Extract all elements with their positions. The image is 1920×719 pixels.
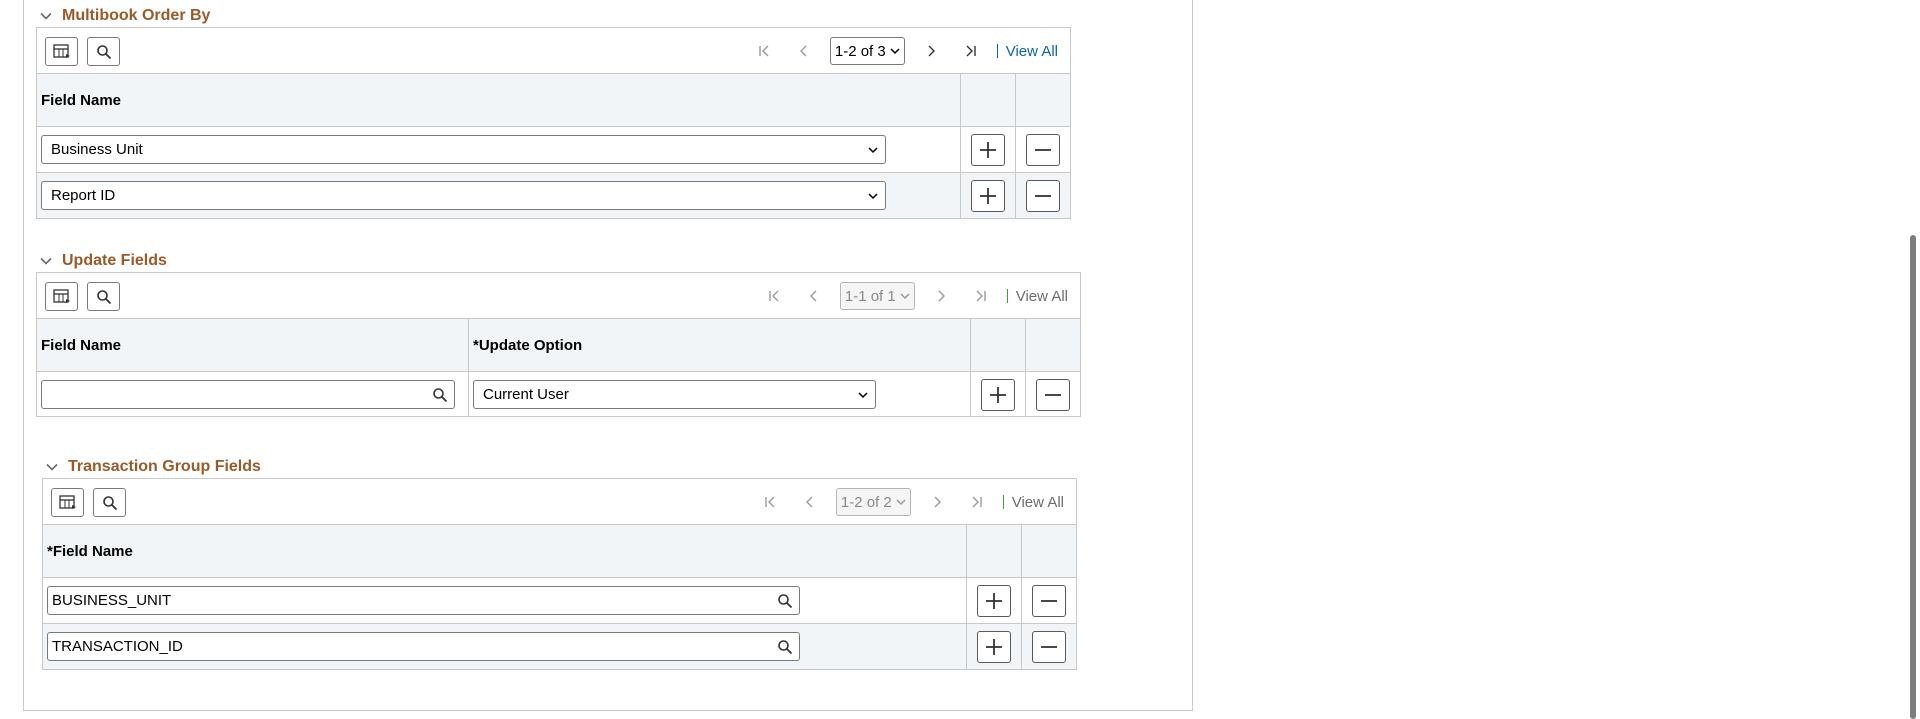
add-row-button[interactable] bbox=[977, 585, 1011, 617]
multibook-grid: 1-2 of 3 View All Field Name Business Un… bbox=[36, 27, 1071, 219]
minus-icon bbox=[1045, 394, 1061, 396]
table-row: TRANSACTION_ID bbox=[43, 624, 1076, 669]
search-icon bbox=[96, 289, 111, 304]
add-row-button[interactable] bbox=[971, 180, 1005, 212]
chevron-down-icon[interactable] bbox=[44, 459, 60, 475]
pager-separator bbox=[1006, 289, 1008, 303]
add-row-button[interactable] bbox=[981, 379, 1015, 411]
view-all-link[interactable]: View All bbox=[1006, 43, 1058, 60]
chevron-down-icon[interactable] bbox=[38, 8, 54, 24]
grid-pager: 1-1 of 1 View All bbox=[754, 281, 1080, 311]
add-row-button[interactable] bbox=[977, 631, 1011, 663]
next-page-icon[interactable] bbox=[921, 41, 941, 61]
grid-header-row: *Field Name bbox=[43, 525, 1076, 578]
table-row: BUSINESS_UNIT bbox=[43, 578, 1076, 624]
next-page-icon bbox=[927, 492, 947, 512]
plus-icon bbox=[980, 188, 996, 204]
previous-page-icon bbox=[800, 492, 820, 512]
personalize-button[interactable] bbox=[45, 37, 78, 66]
last-page-icon[interactable] bbox=[961, 41, 981, 61]
delete-row-button[interactable] bbox=[1032, 631, 1066, 663]
plus-icon bbox=[986, 639, 1002, 655]
table-row: Report ID bbox=[37, 173, 1070, 218]
column-header-field-name[interactable]: Field Name bbox=[37, 74, 961, 126]
delete-row-button[interactable] bbox=[1026, 180, 1060, 212]
page-range-select: 1-1 of 1 bbox=[839, 282, 915, 310]
scrollbar-thumb[interactable] bbox=[1910, 235, 1916, 719]
table-row: Business Unit bbox=[37, 127, 1070, 173]
column-header-delete bbox=[1022, 525, 1077, 577]
column-header-delete bbox=[1016, 74, 1071, 126]
grid-personalize-icon bbox=[58, 494, 76, 509]
lookup-icon[interactable] bbox=[432, 387, 448, 403]
table-row: Current User bbox=[37, 372, 1080, 417]
field-name-input[interactable]: BUSINESS_UNIT bbox=[47, 586, 800, 615]
grid-pager: 1-2 of 3 View All bbox=[744, 36, 1070, 66]
field-name-select[interactable]: Report ID bbox=[41, 181, 886, 210]
lookup-icon[interactable] bbox=[777, 593, 793, 609]
first-page-icon[interactable] bbox=[754, 41, 774, 61]
field-name-input[interactable]: TRANSACTION_ID bbox=[47, 632, 800, 661]
column-header-add bbox=[967, 525, 1022, 577]
field-name-select[interactable]: Business Unit bbox=[41, 135, 886, 164]
first-page-icon bbox=[760, 492, 780, 512]
section-update-fields[interactable]: Update Fields bbox=[38, 250, 167, 272]
lookup-icon[interactable] bbox=[777, 639, 793, 655]
previous-page-icon[interactable] bbox=[794, 41, 814, 61]
find-button[interactable] bbox=[87, 282, 120, 311]
next-page-icon bbox=[931, 286, 951, 306]
grid-personalize-icon bbox=[52, 288, 70, 303]
section-transaction-group-fields[interactable]: Transaction Group Fields bbox=[44, 456, 261, 478]
section-title: Multibook Order By bbox=[62, 7, 211, 24]
column-header-delete bbox=[1026, 319, 1081, 371]
pager-separator bbox=[1002, 495, 1004, 509]
pager-separator bbox=[996, 44, 998, 58]
last-page-icon bbox=[967, 492, 987, 512]
section-title: Transaction Group Fields bbox=[68, 458, 261, 475]
grid-pager: 1-2 of 2 View All bbox=[750, 487, 1076, 517]
personalize-button[interactable] bbox=[45, 282, 78, 311]
plus-icon bbox=[980, 142, 996, 158]
find-button[interactable] bbox=[93, 488, 126, 517]
view-all-link[interactable]: View All bbox=[1016, 288, 1068, 305]
view-all-link[interactable]: View All bbox=[1012, 494, 1064, 511]
page-range-select[interactable]: 1-2 of 3 bbox=[829, 37, 905, 65]
minus-icon bbox=[1035, 149, 1051, 151]
search-icon bbox=[102, 495, 117, 510]
first-page-icon bbox=[764, 286, 784, 306]
minus-icon bbox=[1041, 600, 1057, 602]
field-name-input[interactable] bbox=[41, 380, 455, 409]
section-title: Update Fields bbox=[62, 252, 167, 269]
section-multibook-order-by[interactable]: Multibook Order By bbox=[38, 5, 210, 27]
find-button[interactable] bbox=[87, 37, 120, 66]
last-page-icon bbox=[971, 286, 991, 306]
column-header-field-name[interactable]: Field Name bbox=[37, 319, 469, 371]
minus-icon bbox=[1035, 195, 1051, 197]
search-icon bbox=[96, 44, 111, 59]
grid-header-row: Field Name bbox=[37, 74, 1070, 127]
delete-row-button[interactable] bbox=[1026, 134, 1060, 166]
grid-toolbar: 1-1 of 1 View All bbox=[37, 273, 1080, 319]
plus-icon bbox=[986, 593, 1002, 609]
delete-row-button[interactable] bbox=[1036, 379, 1070, 411]
update-fields-grid: 1-1 of 1 View All Field Name *Update Opt… bbox=[36, 272, 1081, 417]
page-range-select: 1-2 of 2 bbox=[835, 488, 911, 516]
column-header-field-name[interactable]: *Field Name bbox=[43, 525, 967, 577]
minus-icon bbox=[1041, 646, 1057, 648]
personalize-button[interactable] bbox=[51, 488, 84, 517]
previous-page-icon bbox=[804, 286, 824, 306]
grid-toolbar: 1-2 of 3 View All bbox=[37, 28, 1070, 74]
grid-header-row: Field Name *Update Option bbox=[37, 319, 1080, 372]
grid-personalize-icon bbox=[52, 43, 70, 58]
column-header-add bbox=[961, 74, 1016, 126]
add-row-button[interactable] bbox=[971, 134, 1005, 166]
chevron-down-icon[interactable] bbox=[38, 253, 54, 269]
grid-toolbar: 1-2 of 2 View All bbox=[43, 479, 1076, 525]
update-option-select[interactable]: Current User bbox=[473, 380, 876, 409]
plus-icon bbox=[990, 387, 1006, 403]
column-header-update-option[interactable]: *Update Option bbox=[469, 319, 971, 371]
transaction-group-grid: 1-2 of 2 View All *Field Name BUSINESS_U… bbox=[42, 478, 1077, 670]
column-header-add bbox=[971, 319, 1026, 371]
delete-row-button[interactable] bbox=[1032, 585, 1066, 617]
